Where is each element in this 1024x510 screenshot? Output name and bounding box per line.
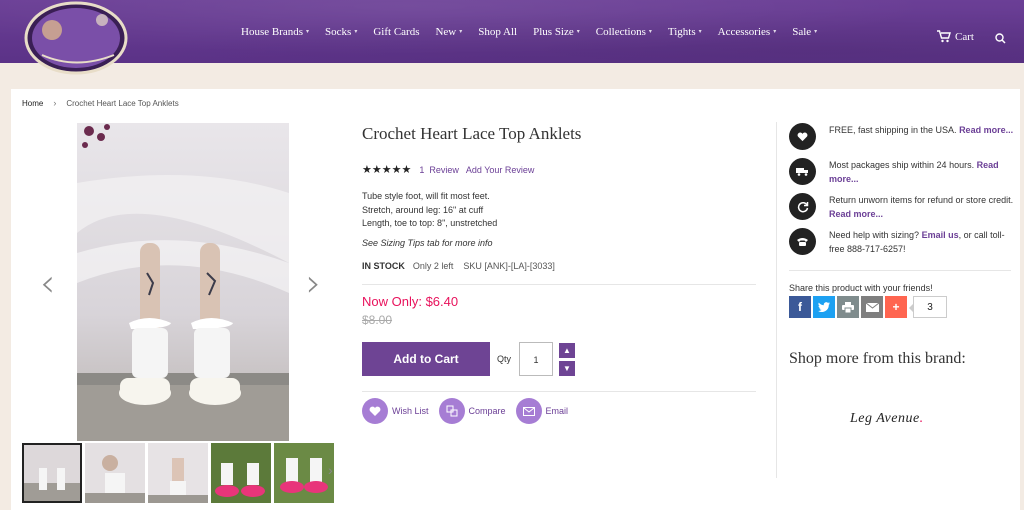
product-main-image[interactable]: [77, 123, 289, 441]
stock-left: Only 2 left: [412, 261, 454, 271]
sizing-tip: See Sizing Tips tab for more info: [362, 238, 493, 248]
image-next-button[interactable]: ›: [306, 264, 321, 302]
twitter-share-button[interactable]: [813, 296, 835, 318]
sidebar-divider: [776, 122, 777, 478]
facebook-icon: f: [798, 300, 802, 314]
nav-shop-all[interactable]: Shop All: [478, 26, 517, 38]
nav-accessories[interactable]: Accessories ▾: [718, 26, 777, 38]
price-now: Now Only: $6.40: [362, 294, 459, 309]
stock-info: IN STOCK Only 2 left SKU [ANK]-[LA]-[303…: [362, 261, 555, 271]
add-to-cart-button[interactable]: Add to Cart: [362, 342, 490, 376]
sku: SKU [ANK]-[LA]-[3033]: [463, 261, 555, 271]
chevron-down-icon: ▼: [563, 364, 571, 373]
share-buttons: f + 3: [789, 296, 947, 318]
compare-icon: [438, 398, 465, 424]
twitter-icon: [818, 302, 830, 312]
star-rating: ★★★★★: [362, 164, 412, 176]
chevron-down-icon: ▾: [814, 29, 818, 35]
perk-returns: Return unworn items for refund or store …: [789, 193, 1017, 221]
facebook-share-button[interactable]: f: [789, 296, 811, 318]
thumbnail[interactable]: [211, 443, 271, 503]
phone-icon: [789, 228, 816, 255]
breadcrumb-home[interactable]: Home: [22, 99, 43, 108]
nav-new[interactable]: New ▾: [435, 26, 462, 38]
nav-gift-cards[interactable]: Gift Cards: [373, 26, 419, 38]
qty-label: Qty: [497, 354, 512, 364]
more-share-button[interactable]: +: [885, 296, 907, 318]
rating: ★★★★★ 1 Review Add Your Review: [362, 163, 541, 176]
thumbnail[interactable]: [22, 443, 82, 503]
truck-icon: [789, 158, 816, 185]
chevron-right-icon: ›: [53, 98, 57, 108]
description-line: Length, toe to top: 8", unstretched: [362, 218, 498, 228]
email-us-link[interactable]: Email us: [922, 230, 959, 240]
chevron-down-icon: ▾: [459, 29, 463, 35]
read-more-link[interactable]: Read more...: [959, 125, 1013, 135]
chevron-down-icon: ▾: [354, 29, 358, 35]
quantity-input[interactable]: 1: [519, 342, 553, 376]
qty-increase-button[interactable]: ▲: [559, 343, 575, 358]
stock-status: IN STOCK: [362, 261, 405, 271]
nav-socks[interactable]: Socks ▾: [325, 26, 357, 38]
chevron-down-icon: ▾: [306, 29, 310, 35]
perk-fast-ship: Most packages ship within 24 hours. Read…: [789, 158, 1017, 186]
thumbnail[interactable]: [274, 443, 334, 503]
thumbnail-strip: [22, 443, 337, 503]
thumbnail[interactable]: [85, 443, 145, 503]
chevron-down-icon: ▾: [698, 29, 702, 35]
price-old: $8.00: [362, 313, 393, 327]
nav-collections[interactable]: Collections ▾: [596, 26, 652, 38]
description-line: Tube style foot, will fit most feet.: [362, 191, 490, 201]
share-count: 3: [909, 296, 947, 318]
heart-icon: [789, 123, 816, 150]
nav-tights[interactable]: Tights ▾: [668, 26, 702, 38]
image-prev-button[interactable]: ‹: [40, 264, 55, 302]
share-label: Share this product with your friends!: [789, 283, 933, 293]
divider: [362, 284, 756, 285]
perk-sizing-help: Need help with sizing? Email us, or call…: [789, 228, 1017, 256]
cart-icon: [937, 30, 951, 43]
email-button[interactable]: Email: [515, 398, 568, 424]
product-description: Tube style foot, will fit most feet. Str…: [362, 190, 497, 231]
product-title: Crochet Heart Lace Top Anklets: [362, 124, 582, 143]
main-nav: House Brands ▾ Socks ▾ Gift Cards New ▾ Sho…: [241, 0, 833, 63]
divider: [789, 270, 1011, 271]
cart-label: Cart: [955, 30, 974, 43]
plus-icon: +: [892, 300, 900, 314]
shop-more-heading: Shop more from this brand:: [789, 350, 966, 367]
chevron-down-icon: ▾: [576, 29, 580, 35]
nav-house-brands[interactable]: House Brands ▾: [241, 26, 309, 38]
cart-link[interactable]: Cart: [937, 30, 974, 43]
add-review-link[interactable]: Add Your Review: [466, 165, 535, 175]
thumbnail-next-button[interactable]: ›: [328, 462, 333, 478]
search-button[interactable]: [995, 31, 1006, 49]
refresh-icon: [789, 193, 816, 220]
email-share-button[interactable]: [861, 296, 883, 318]
envelope-icon: [515, 398, 542, 424]
nav-plus-size[interactable]: Plus Size ▾: [533, 26, 580, 38]
review-count-link[interactable]: 1 Review: [419, 165, 459, 175]
chevron-down-icon: ▾: [648, 29, 652, 35]
search-icon: [995, 33, 1006, 44]
sock-dreams-logo[interactable]: [22, 0, 132, 75]
print-icon: [842, 301, 854, 313]
chevron-up-icon: ▲: [563, 346, 571, 355]
chevron-down-icon: ▾: [773, 29, 777, 35]
print-share-button[interactable]: [837, 296, 859, 318]
nav-sale[interactable]: Sale ▾: [792, 26, 817, 38]
breadcrumb-current: Crochet Heart Lace Top Anklets: [66, 98, 179, 108]
thumbnail[interactable]: [148, 443, 208, 503]
qty-decrease-button[interactable]: ▼: [559, 361, 575, 376]
compare-button[interactable]: Compare: [438, 398, 506, 424]
wish-list-button[interactable]: Wish List: [362, 398, 429, 424]
description-line: Stretch, around leg: 16" at cuff: [362, 204, 484, 215]
heart-icon: [362, 398, 388, 424]
read-more-link[interactable]: Read more...: [829, 209, 883, 219]
perk-free-shipping: FREE, fast shipping in the USA. Read mor…: [789, 123, 1017, 150]
breadcrumb: Home › Crochet Heart Lace Top Anklets: [22, 98, 179, 108]
envelope-icon: [865, 302, 879, 312]
brand-logo[interactable]: Leg Avenue.: [850, 411, 924, 427]
product-actions: Wish List Compare Email: [362, 398, 578, 424]
divider: [362, 391, 756, 392]
